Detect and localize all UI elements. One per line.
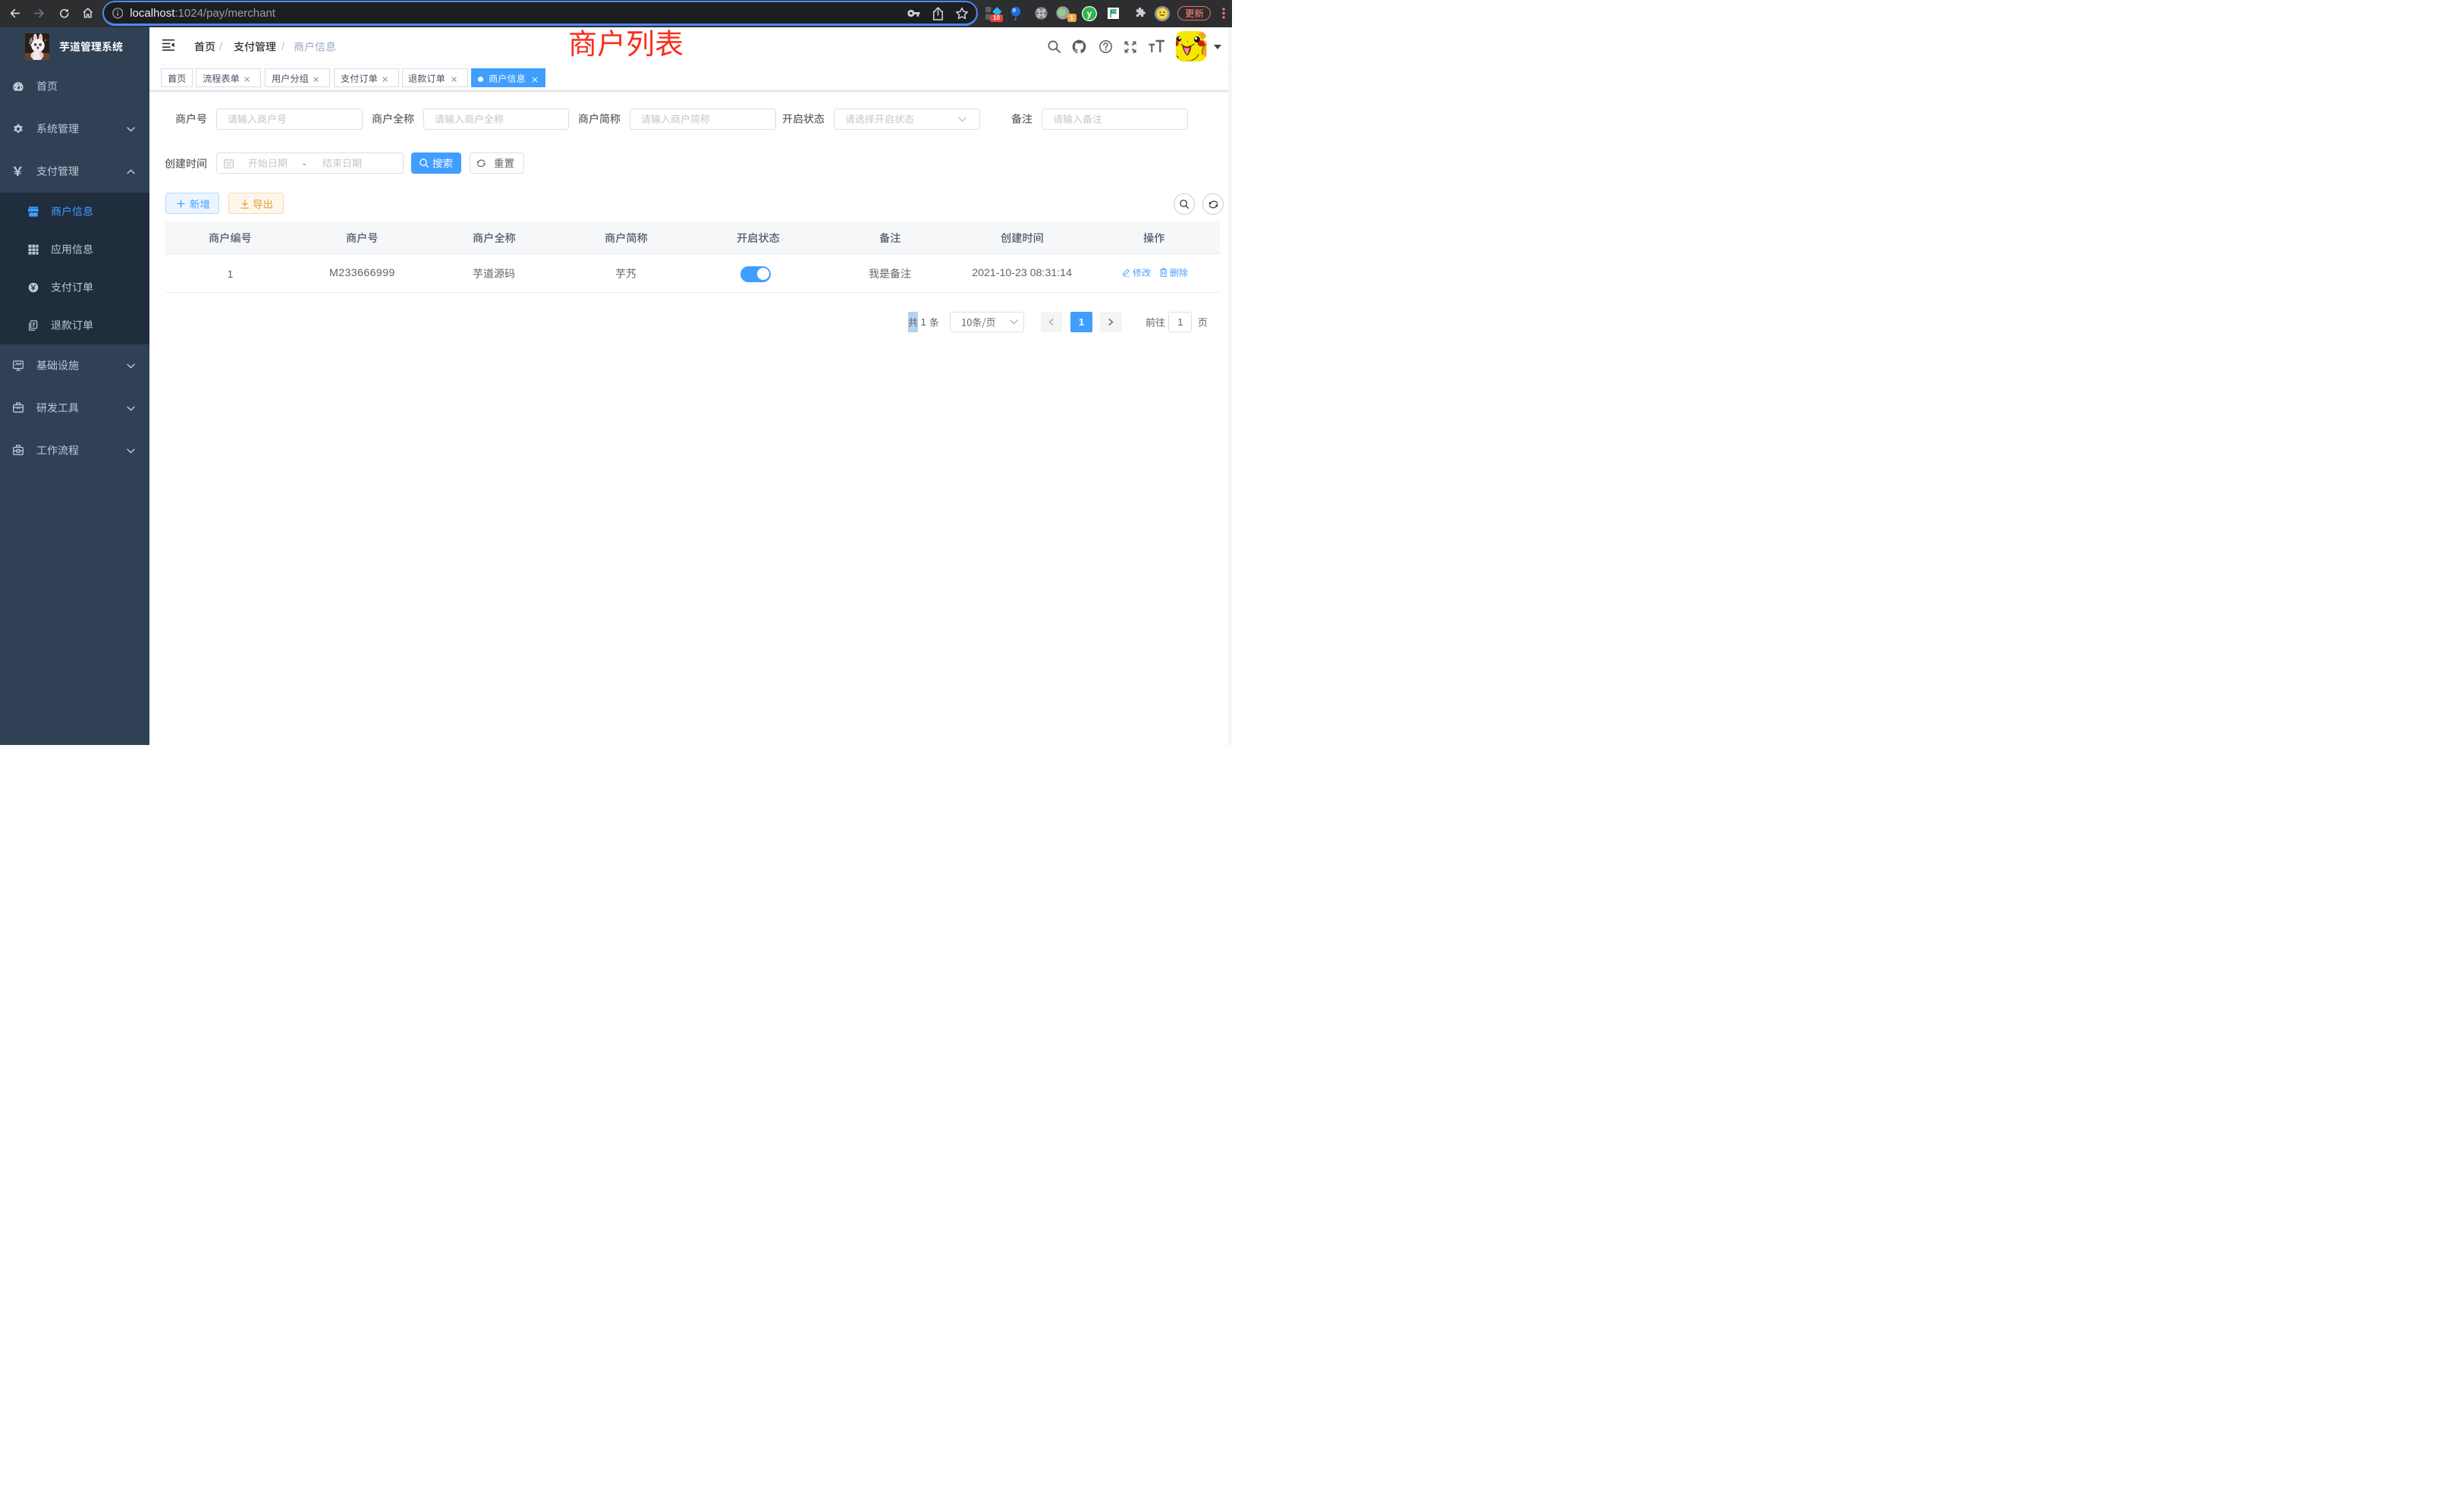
svg-text:y: y bbox=[1086, 9, 1092, 18]
